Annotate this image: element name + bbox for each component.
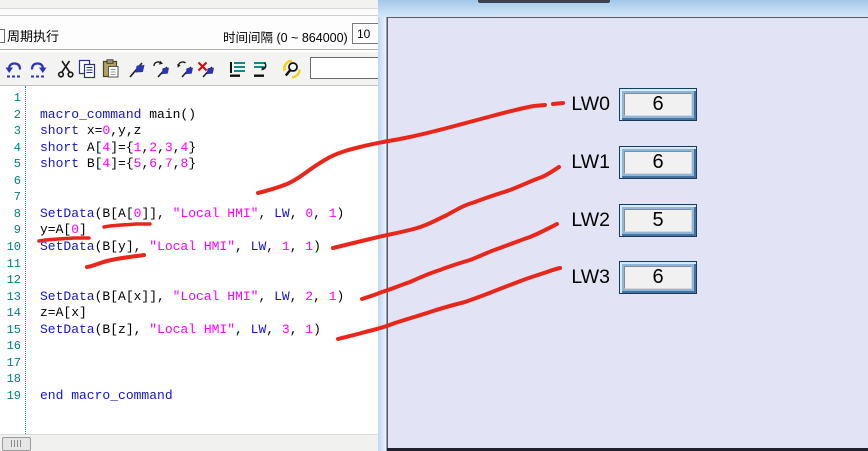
line-number: 10 [0, 239, 21, 256]
line-number: 13 [0, 289, 21, 306]
redo-icon[interactable] [28, 59, 48, 79]
code-line[interactable]: end macro_command [40, 388, 173, 405]
prev-breakpoint-icon[interactable] [176, 59, 196, 79]
line-number: 5 [0, 156, 21, 173]
line-number: 11 [0, 256, 21, 273]
code-line[interactable]: short x=0,y,z [40, 123, 141, 140]
line-number: 14 [0, 305, 21, 322]
periodic-execution-checkbox[interactable] [0, 29, 5, 43]
numeric-display-value: 5 [624, 209, 692, 232]
code-line[interactable]: SetData(B[z], "Local HMI", LW, 3, 1) [40, 322, 321, 339]
lw-label: LW1 [571, 150, 610, 174]
paste-icon[interactable] [101, 59, 121, 79]
lw-label: LW2 [571, 208, 610, 232]
lw-label: LW3 [571, 265, 610, 289]
code-line[interactable]: SetData(B[A[0]], "Local HMI", LW, 0, 1) [40, 206, 344, 223]
numeric-display[interactable]: 6 [619, 146, 697, 179]
line-number: 12 [0, 272, 21, 289]
macro-editor-window: 周期执行 时间间隔 (0 ~ 864000) : [0, 0, 379, 451]
code-line[interactable]: macro_command main() [40, 107, 196, 124]
simulation-panel: LW0 6 LW1 6 LW2 5 LW3 6 [387, 17, 868, 451]
scrollbar-thumb[interactable] [2, 437, 31, 451]
gutter-separator [25, 86, 26, 434]
code-line[interactable]: y=A[0] [40, 222, 87, 239]
window-edge [478, 0, 610, 3]
line-number: 19 [0, 388, 21, 405]
last-edit-icon[interactable] [250, 59, 270, 79]
numeric-display[interactable]: 6 [619, 261, 697, 294]
numeric-display[interactable]: 6 [619, 88, 697, 121]
window-top-strip [0, 0, 378, 9]
code-line[interactable]: SetData(B[y], "Local HMI", LW, 1, 1) [40, 239, 321, 256]
window-top-strip-2 [0, 9, 378, 16]
numeric-display-value: 6 [624, 266, 692, 289]
goto-line-icon[interactable] [228, 59, 248, 79]
find-icon[interactable] [282, 59, 302, 79]
screen: 周期执行 时间间隔 (0 ~ 864000) : [0, 0, 868, 451]
line-number: 18 [0, 371, 21, 388]
code-line[interactable]: short A[4]={1,2,3,4} [40, 140, 196, 157]
time-interval-label: 时间间隔 (0 ~ 864000) : [223, 27, 355, 46]
line-number: 3 [0, 123, 21, 140]
code-editor[interactable]: 12345678910111213141516171819 macro_comm… [0, 86, 378, 434]
simulation-titlebar[interactable] [378, 0, 868, 17]
toggle-breakpoint-icon[interactable] [128, 59, 148, 79]
line-number: 4 [0, 140, 21, 157]
simulation-window: LW0 6 LW1 6 LW2 5 LW3 6 [378, 0, 868, 451]
numeric-display-value: 6 [624, 151, 692, 174]
cut-icon[interactable] [56, 59, 76, 79]
undo-icon[interactable] [4, 59, 24, 79]
clear-breakpoints-icon[interactable] [197, 59, 217, 79]
next-breakpoint-icon[interactable] [152, 59, 172, 79]
editor-toolbar [0, 52, 378, 86]
line-number: 9 [0, 222, 21, 239]
horizontal-scrollbar[interactable] [0, 434, 378, 451]
copy-icon[interactable] [77, 59, 97, 79]
line-number: 15 [0, 322, 21, 339]
line-number: 2 [0, 107, 21, 124]
code-line[interactable]: short B[4]={5,6,7,8} [40, 156, 196, 173]
line-number: 8 [0, 206, 21, 223]
code-line[interactable]: z=A[x] [40, 305, 87, 322]
line-number: 16 [0, 338, 21, 355]
window-left-border [378, 17, 387, 451]
line-number: 17 [0, 355, 21, 372]
code-line[interactable]: SetData(B[A[x]], "Local HMI", LW, 2, 1) [40, 289, 344, 306]
numeric-display[interactable]: 5 [619, 204, 697, 237]
line-number: 7 [0, 189, 21, 206]
lw-label: LW0 [571, 92, 610, 116]
line-number: 1 [0, 90, 21, 107]
line-number: 6 [0, 173, 21, 190]
periodic-execution-label: 周期执行 [7, 26, 59, 45]
numeric-display-value: 6 [624, 93, 692, 116]
macro-param-row: 周期执行 时间间隔 (0 ~ 864000) : [0, 16, 378, 49]
